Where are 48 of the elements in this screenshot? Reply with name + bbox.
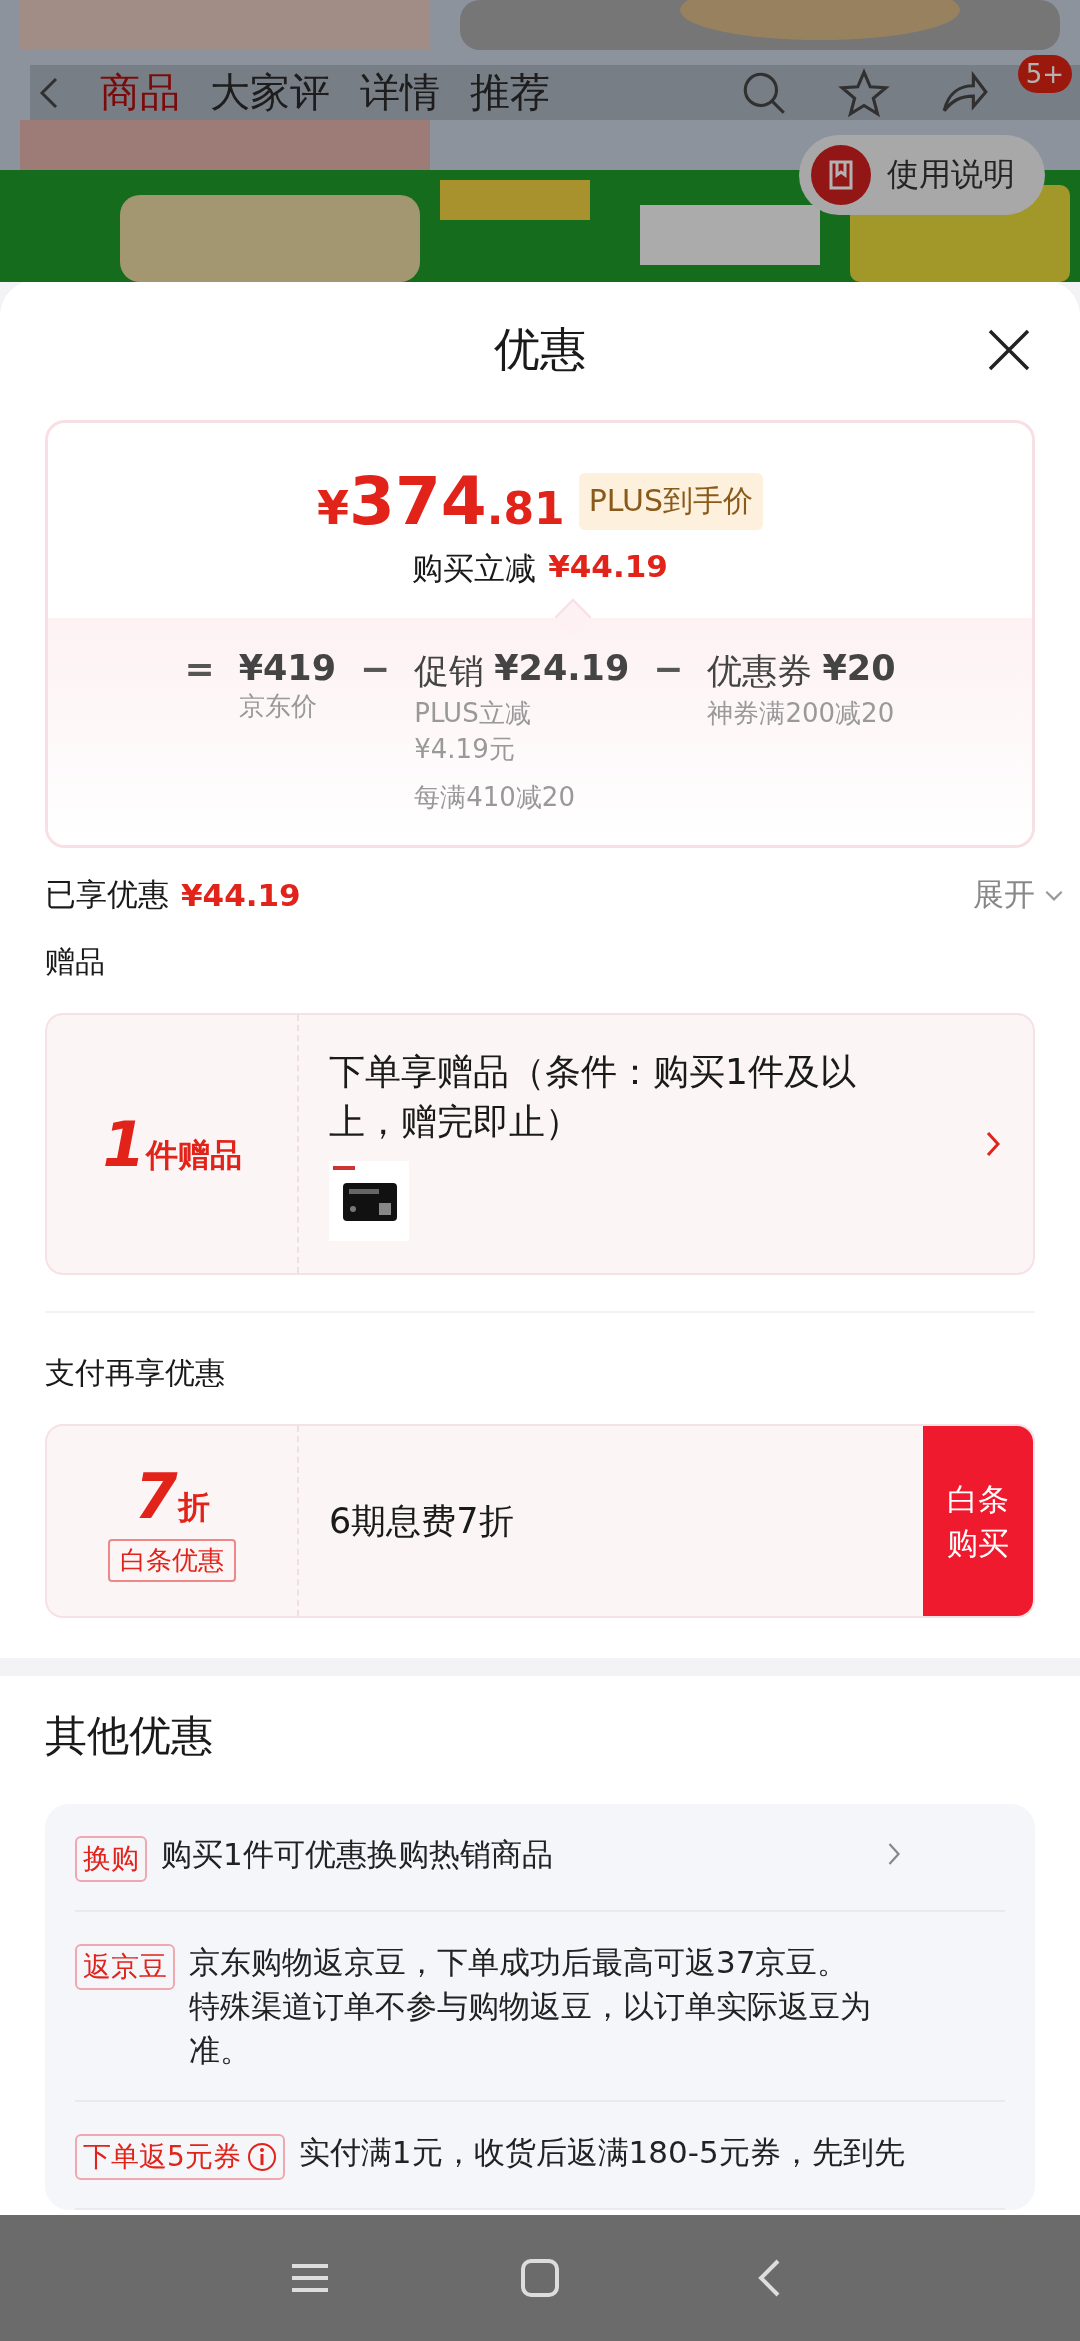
- offer-text: 实付满1元，收货后返满180-5元券，先到先: [298, 2133, 905, 2172]
- breakdown-amount: ¥20: [822, 648, 896, 690]
- payment-tag: 白条优惠: [108, 1539, 236, 1582]
- breakdown-amount: ¥24.19: [494, 648, 630, 690]
- enjoyed-label: 已享优惠: [45, 875, 169, 914]
- info-icon[interactable]: [246, 2142, 277, 2172]
- tab[interactable]: 大家评: [210, 65, 330, 120]
- enjoyed-amount: ¥44.19: [181, 877, 301, 913]
- guide-button[interactable]: 使用说明: [799, 135, 1045, 215]
- final-price: ¥374.81: [316, 463, 565, 540]
- section-heading: 支付再享优惠: [45, 1354, 226, 1392]
- gift-description: 下单享赠品（条件：购买1件及以上，赠完即止）: [329, 1050, 857, 1144]
- breakdown-note: 京东价: [238, 690, 318, 723]
- discount-value: 7折: [134, 1460, 210, 1533]
- offer-tag: 换购: [75, 1836, 147, 1882]
- offer-tag: 返京豆: [75, 1944, 175, 1990]
- bookmark-icon: [811, 145, 871, 205]
- operator: −: [653, 648, 684, 689]
- close-icon[interactable]: [987, 328, 1031, 372]
- operator: −: [360, 648, 391, 689]
- breakdown-note: ¥4.19元: [414, 733, 516, 766]
- expand-toggle[interactable]: 展开: [973, 874, 1065, 916]
- offer-tag: 下单返5元券: [75, 2134, 285, 2180]
- saving-amount: ¥44.19: [548, 548, 668, 586]
- tab[interactable]: 详情: [360, 65, 440, 120]
- sheet-title: 优惠: [494, 321, 586, 378]
- operator: =: [184, 648, 215, 689]
- saving-label: 购买立减: [412, 549, 537, 588]
- section-heading: 其他优惠: [45, 1710, 214, 1762]
- gift-card[interactable]: 1件赠品 下单享赠品（条件：购买1件及以上，赠完即止）: [45, 1013, 1035, 1275]
- breakdown-label: 优惠券: [707, 650, 813, 693]
- breakdown-amount: ¥419: [238, 648, 337, 688]
- breakdown-note: PLUS立减: [414, 697, 532, 730]
- plus-price-tag: PLUS到手价: [578, 473, 764, 530]
- tab[interactable]: 推荐: [470, 65, 550, 120]
- section-heading: 赠品: [45, 943, 106, 981]
- breakdown-note: 每满410减20: [414, 781, 576, 814]
- tab[interactable]: 商品: [100, 65, 180, 120]
- offer-text: 特殊渠道订单不参与购物返豆，以订单实际返豆为准。: [189, 1987, 872, 2070]
- breakdown-note: 神券满200减20: [707, 697, 896, 730]
- star-icon[interactable]: [838, 66, 890, 119]
- home-icon[interactable]: [520, 2258, 560, 2298]
- gift-count: 1件赠品: [102, 1107, 242, 1181]
- offer-text: 京东购物返京豆，下单成功后最高可返37京豆。: [189, 1943, 849, 1982]
- payment-description: 6期息费7折: [329, 1499, 515, 1543]
- baitiao-buy-button[interactable]: 白条购买: [923, 1426, 1033, 1616]
- offer-text: 购买1件可优惠换购热销商品: [161, 1835, 553, 1874]
- breakdown-label: 促销: [414, 650, 485, 693]
